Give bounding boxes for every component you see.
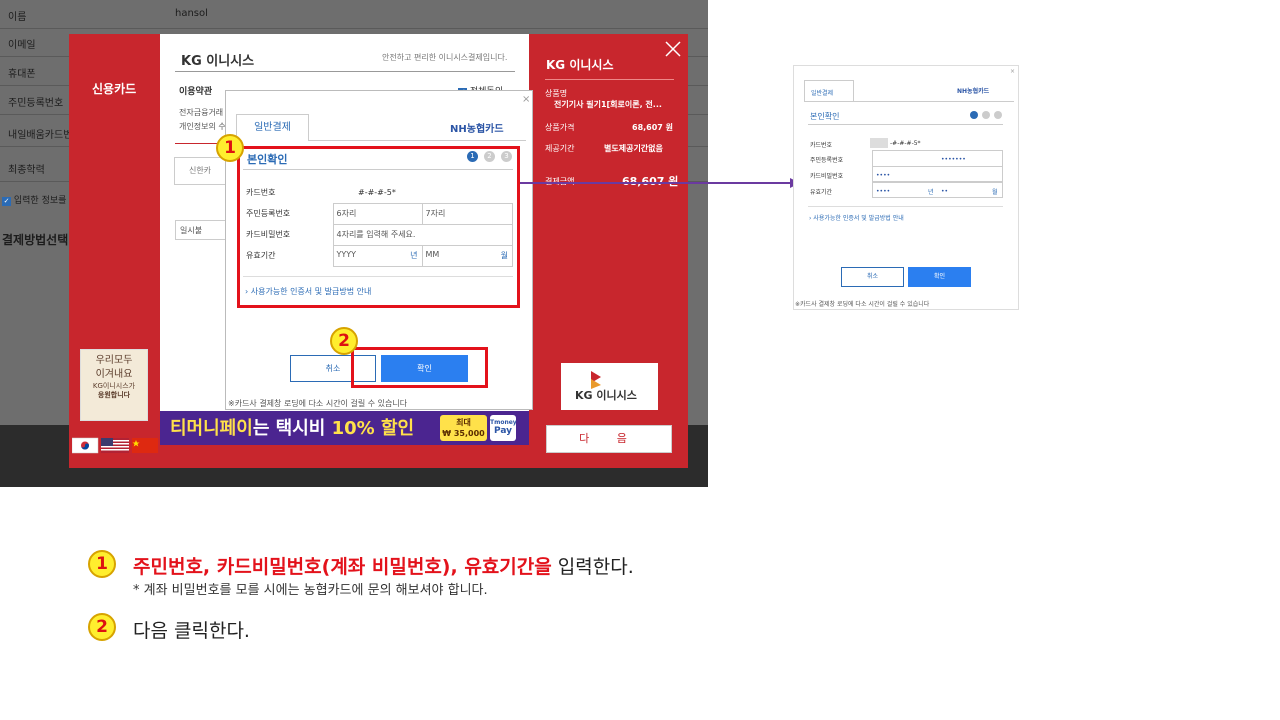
tmoney-pay-line: Pay	[493, 426, 513, 436]
period-value: 별도제공기간없음	[604, 144, 663, 153]
instruction-step-1-note: * 계좌 비밀번호를 모를 시에는 농협카드에 문의 해보셔야 합니다.	[133, 583, 488, 598]
check-icon[interactable]: ✓	[2, 197, 11, 206]
banner-max-label: 최대	[456, 418, 471, 427]
terms-title: 이용약관	[179, 87, 213, 97]
card-select-button[interactable]: 신한카	[174, 157, 226, 185]
banner-text: 티머니페이는 택시비 10% 할인	[170, 414, 414, 440]
step-badge-1: 1	[216, 134, 244, 162]
next-button[interactable]: 다 음	[546, 425, 672, 453]
kg-inicis-logo-right: KG 이니시스	[546, 58, 614, 72]
zoom-card-number-label: 카드번호	[810, 142, 833, 149]
banner-max-amount: ₩ 35,000	[442, 429, 485, 438]
instruction-badge-2: 2	[88, 613, 116, 641]
form-row-label: 주민등록번호	[8, 98, 64, 109]
terms-line: 전자금융거래	[179, 108, 224, 117]
divider	[175, 71, 515, 72]
form-row-label: 이메일	[8, 40, 36, 51]
zoom-expiry-label: 유효기간	[810, 189, 833, 196]
close-icon: ×	[1010, 68, 1016, 75]
form-row-label: 내일배움카드번	[8, 130, 73, 141]
language-flags	[72, 437, 158, 454]
instruction-step-2: 다음 클릭한다.	[133, 620, 250, 642]
zoom-expiry-year-unit: 년	[928, 189, 934, 196]
price-label: 상품가격	[545, 123, 575, 132]
terms-line: 개인정보의 수	[179, 122, 226, 131]
form-row-value: hansol	[175, 8, 208, 19]
divider	[808, 124, 1003, 125]
zoom-step-1	[970, 111, 978, 119]
product-value: 전기기사 필기1[회로이론, 전...	[554, 100, 662, 109]
zoom-card-mask	[870, 138, 888, 148]
terms-text: 전자금융거래 개인정보의 수	[179, 106, 226, 134]
kg-inicis-logo: KG 이니시스	[181, 54, 255, 69]
promo-image: 우리모두 이겨내요 KG이니시스가 응원합니다	[80, 349, 148, 421]
close-icon[interactable]	[664, 40, 682, 58]
zoom-cancel-button: 취소	[841, 267, 904, 287]
korea-flag-icon[interactable]	[72, 437, 99, 454]
highlight-form-box	[237, 146, 520, 308]
divider	[808, 206, 1003, 207]
instruction-step-1-highlight: 주민번호, 카드비밀번호(계좌 비밀번호), 유효기간을	[133, 556, 552, 578]
instruction-step-1: 주민번호, 카드비밀번호(계좌 비밀번호), 유효기간을 입력한다.	[133, 552, 634, 579]
consent-label: 입력한 정보를	[13, 196, 67, 206]
banner-highlight: 10% 할인	[331, 418, 415, 439]
kg-inicis-logo-box: KG 이니시스	[561, 363, 658, 410]
product-label: 상품명	[545, 89, 568, 98]
form-row-name: 이름 hansol	[0, 0, 708, 29]
promo-line: 응원합니다	[97, 391, 131, 399]
zoom-card-number-value: -#-#-#-5*	[890, 140, 921, 147]
zoom-expiry-field	[872, 182, 1003, 198]
china-flag-icon[interactable]	[132, 438, 158, 453]
zoom-tab-general: 일반결제	[811, 90, 834, 97]
zoom-expiry-year: ••••	[876, 188, 891, 195]
form-row-label: 이름	[8, 12, 27, 23]
zoom-expiry-month: ••	[941, 188, 949, 195]
zoom-step-3	[994, 111, 1002, 119]
instruction-badge-1: 1	[88, 550, 116, 578]
zoom-title: 본인확인	[810, 112, 840, 121]
zoom-pin-value: ••••	[876, 172, 891, 179]
banner-body: 는 택시비	[252, 418, 332, 439]
payment-section-title: 결제방법선택	[2, 233, 69, 247]
zoom-expiry-month-unit: 월	[992, 189, 998, 196]
zoom-rrn-field	[872, 150, 1003, 167]
banner-brand: 티머니페이	[170, 418, 253, 439]
highlight-confirm-box	[351, 347, 488, 388]
form-row-label: 휴대폰	[8, 69, 36, 80]
divider	[545, 79, 674, 80]
banner-max-badge: 최대 ₩ 35,000	[440, 415, 487, 441]
period-label: 제공기간	[545, 144, 575, 153]
zoom-rrn-label: 주민등록번호	[810, 157, 844, 164]
consent-checkbox-row[interactable]: ✓ 입력한 정보를	[2, 193, 66, 206]
zoom-nh-logo: NH농협카드	[957, 88, 990, 95]
form-row-label: 최종학력	[8, 165, 45, 176]
divider	[804, 101, 1014, 102]
promo-line: 우리모두	[95, 355, 133, 366]
logo-text: KG 이니시스	[575, 389, 637, 402]
step-badge-2: 2	[330, 327, 358, 355]
zoom-note: ※카드사 결제창 로딩에 다소 시간이 걸릴 수 있습니다	[795, 301, 930, 308]
price-value: 68,607 원	[632, 123, 674, 132]
zoom-confirm-button: 확인	[908, 267, 971, 287]
zoom-pin-label: 카드비밀번호	[810, 173, 844, 180]
tmoney-pay-logo: Tmoney Pay	[490, 415, 517, 441]
arrow-icon	[520, 178, 800, 188]
loading-note: ※카드사 결제창 로딩에 다소 시간이 걸릴 수 있습니다	[228, 399, 408, 408]
promo-line: 이겨내요	[95, 369, 133, 380]
zoom-guide-link: › 사용가능한 인증서 및 발급방법 안내	[809, 215, 904, 222]
usa-flag-icon[interactable]	[101, 438, 129, 453]
payment-method-credit-card[interactable]: 신용카드	[92, 80, 136, 97]
promo-line: KG이니시스가	[92, 382, 136, 390]
nh-card-logo: NH농협카드	[450, 124, 504, 135]
inicis-tagline: 안전하고 편리한 이니시스결제입니다.	[382, 53, 508, 62]
installment-select[interactable]: 일시불	[175, 220, 227, 240]
zoom-step-2	[982, 111, 990, 119]
tab-general-payment[interactable]: 일반결제	[236, 114, 309, 141]
instruction-step-1-rest: 입력한다.	[551, 556, 634, 578]
zoom-rrn-value: •••••••	[941, 156, 966, 163]
close-icon[interactable]: ×	[522, 94, 530, 105]
zoom-pin-field	[872, 166, 1003, 182]
